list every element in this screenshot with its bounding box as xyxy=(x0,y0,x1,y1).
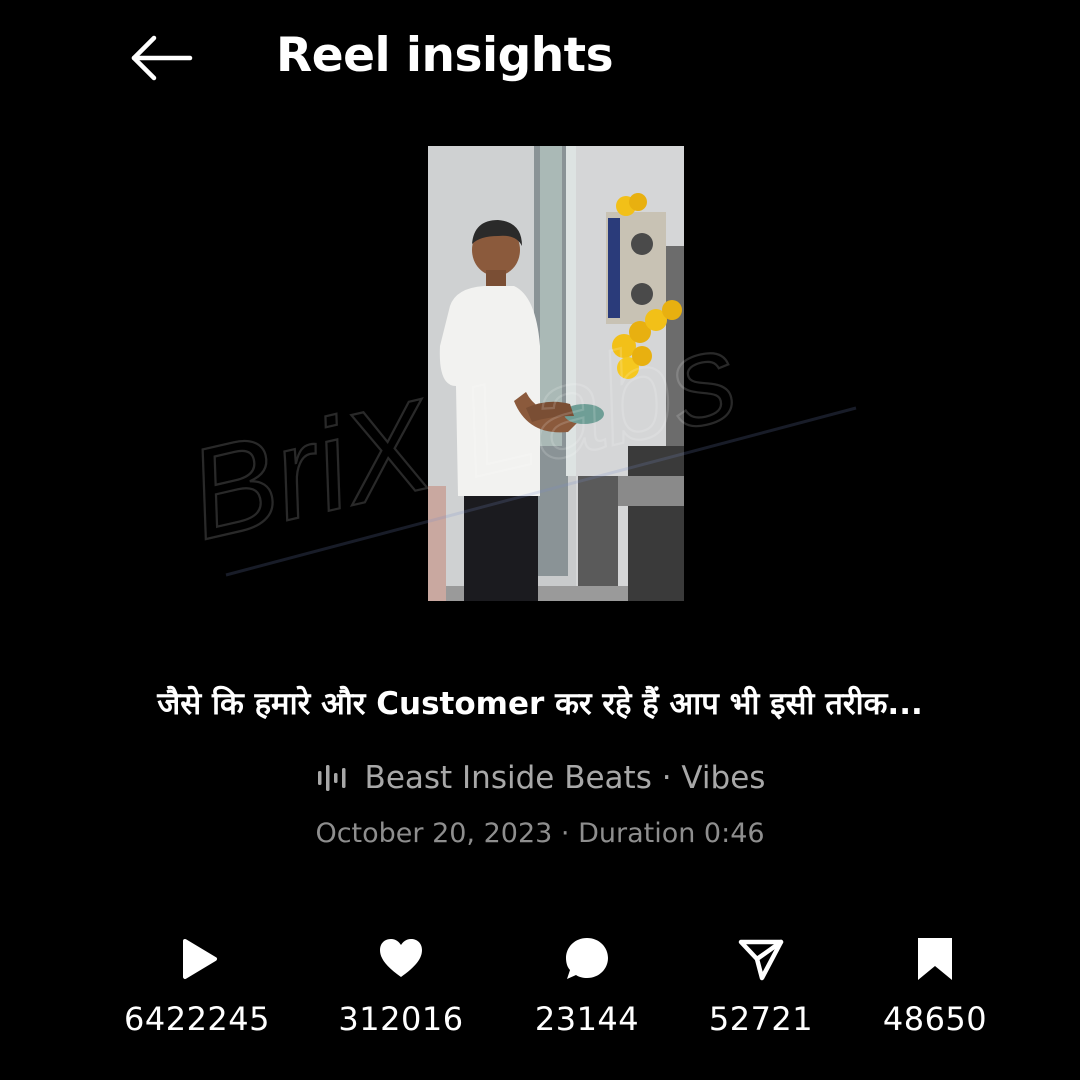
stat-shares-value: 52721 xyxy=(708,1000,814,1038)
back-button[interactable] xyxy=(126,30,198,86)
arrow-left-icon xyxy=(131,35,193,81)
audio-link[interactable]: Beast Inside Beats · Vibes xyxy=(0,752,1080,804)
reel-caption: जैसे कि हमारे और Customer कर रहे हैं आप … xyxy=(157,686,923,722)
stat-comments[interactable]: 23144 xyxy=(497,935,677,1045)
play-icon xyxy=(183,939,217,979)
reel-thumbnail[interactable] xyxy=(428,146,684,601)
stat-likes[interactable]: 312016 xyxy=(311,935,491,1045)
comment-icon xyxy=(566,938,608,979)
stat-plays[interactable]: 6422245 xyxy=(107,935,287,1045)
reel-duration: Duration 0:46 xyxy=(578,818,765,849)
share-icon xyxy=(738,939,784,981)
stat-comments-value: 23144 xyxy=(534,1000,640,1038)
heart-icon xyxy=(380,939,422,977)
stat-saves[interactable]: 48650 xyxy=(845,935,1025,1045)
stat-shares[interactable]: 52721 xyxy=(671,935,851,1045)
stat-plays-value: 6422245 xyxy=(123,1000,270,1038)
meta-separator: · xyxy=(552,818,579,849)
reel-meta: October 20, 2023 · Duration 0:46 xyxy=(0,812,1080,856)
audio-name: Beast Inside Beats · Vibes xyxy=(364,760,766,796)
reel-date: October 20, 2023 xyxy=(315,818,553,849)
stats-row: 6422245 312016 23144 52721 48650 xyxy=(0,935,1080,1045)
stat-likes-value: 312016 xyxy=(338,1000,464,1038)
bookmark-icon xyxy=(918,938,952,980)
audio-waveform-icon xyxy=(317,765,346,791)
reel-thumbnail-image xyxy=(428,146,684,601)
header: Reel insights xyxy=(0,0,1080,112)
stat-saves-value: 48650 xyxy=(882,1000,988,1038)
page-title: Reel insights xyxy=(276,28,614,83)
